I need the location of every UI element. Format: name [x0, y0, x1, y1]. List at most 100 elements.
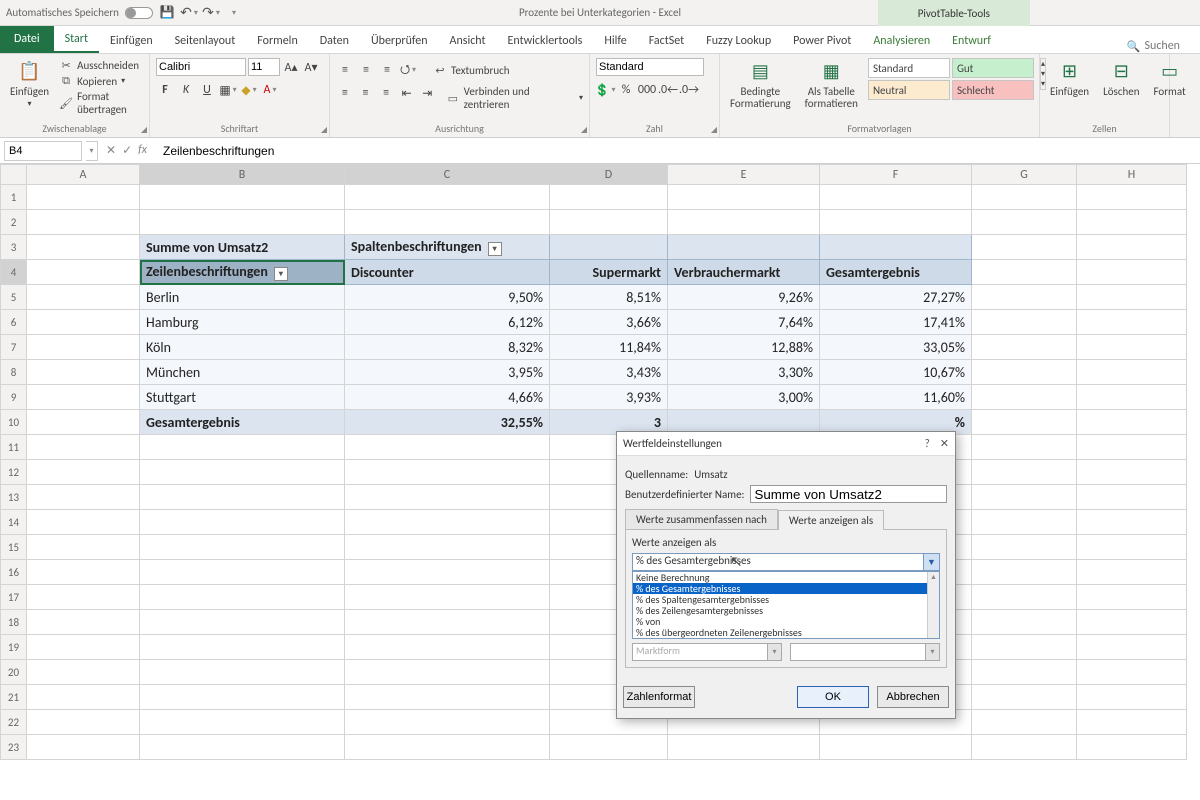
base-item-combo[interactable]: ▾: [790, 643, 940, 661]
align-left-icon[interactable]: ≡: [336, 84, 354, 102]
tab-entwickler[interactable]: Entwicklertools: [497, 29, 594, 53]
orientation-icon[interactable]: ⭯: [399, 61, 417, 79]
cells-insert-button[interactable]: ⊞Einfügen: [1046, 58, 1093, 100]
cell[interactable]: 7,64%: [668, 310, 820, 335]
col-G[interactable]: G: [972, 165, 1077, 185]
dlg-launcher-clipboard[interactable]: ◢: [141, 125, 147, 135]
row-name-4[interactable]: Stuttgart: [140, 385, 345, 410]
cancel-fx-icon[interactable]: ✕: [106, 143, 116, 158]
option-parentrow[interactable]: % des übergeordneten Zeilenergebnisses: [633, 627, 939, 638]
row-17[interactable]: 17: [1, 585, 27, 610]
row-21[interactable]: 21: [1, 685, 27, 710]
align-right-icon[interactable]: ≡: [377, 84, 395, 102]
border-button[interactable]: ▦: [219, 81, 237, 99]
cell[interactable]: 8,51%: [550, 285, 668, 310]
tab-einfuegen[interactable]: Einfügen: [99, 29, 164, 53]
format-as-table-button[interactable]: ▦Als Tabelle formatieren: [801, 58, 862, 112]
cell[interactable]: 6,12%: [345, 310, 550, 335]
cell[interactable]: 8,32%: [345, 335, 550, 360]
row-14[interactable]: 14: [1, 510, 27, 535]
pivot-col-label[interactable]: Spaltenbeschriftungen▾: [345, 235, 550, 260]
row-11[interactable]: 11: [1, 435, 27, 460]
row-9[interactable]: 9: [1, 385, 27, 410]
row-2[interactable]: 2: [1, 210, 27, 235]
col-D[interactable]: D: [550, 165, 668, 185]
row-13[interactable]: 13: [1, 485, 27, 510]
cell[interactable]: 3,93%: [550, 385, 668, 410]
row-16[interactable]: 16: [1, 560, 27, 585]
chevron-down-icon[interactable]: ▼: [923, 554, 939, 570]
tab-ueberpruefen[interactable]: Überprüfen: [360, 29, 439, 53]
col-F[interactable]: F: [820, 165, 972, 185]
option-rowtotal[interactable]: % des Zeilengesamtergebnisses: [633, 605, 939, 616]
pivot-total-label[interactable]: Gesamtergebnis: [140, 410, 345, 435]
bold-button[interactable]: F: [156, 81, 174, 99]
cell[interactable]: 33,05%: [820, 335, 972, 360]
pivot-row-label[interactable]: Zeilenbeschriftungen▾: [140, 260, 345, 285]
pivot-col-0[interactable]: Discounter: [345, 260, 550, 285]
chevron-down-icon[interactable]: ▾: [925, 644, 939, 660]
worksheet-grid[interactable]: A B C D E F G H 1 2 3 Summe von Umsatz2 …: [0, 164, 1200, 780]
row-4[interactable]: 4: [1, 260, 27, 285]
cell[interactable]: 9,50%: [345, 285, 550, 310]
cell[interactable]: 10,67%: [820, 360, 972, 385]
paste-button[interactable]: 📋 Einfügen ▾: [6, 58, 53, 111]
tab-daten[interactable]: Daten: [309, 29, 360, 53]
tab-formeln[interactable]: Formeln: [246, 29, 308, 53]
italic-button[interactable]: K: [177, 81, 195, 99]
pivot-col-3[interactable]: Gesamtergebnis: [820, 260, 972, 285]
row-18[interactable]: 18: [1, 610, 27, 635]
pivot-col-2[interactable]: Verbrauchermarkt: [668, 260, 820, 285]
show-as-value[interactable]: % des Gesamtergebnisses: [632, 553, 940, 571]
tab-fuzzy[interactable]: Fuzzy Lookup: [695, 29, 782, 53]
number-format-button[interactable]: Zahlenformat: [623, 686, 695, 708]
tab-hilfe[interactable]: Hilfe: [593, 29, 637, 53]
tab-factset[interactable]: FactSet: [638, 29, 695, 53]
cell[interactable]: 11,84%: [550, 335, 668, 360]
align-top-icon[interactable]: ≡: [336, 61, 354, 79]
undo-icon[interactable]: [181, 5, 197, 21]
increase-font-icon[interactable]: A▴: [282, 58, 300, 76]
fill-color-button[interactable]: ◆: [240, 81, 258, 99]
tab-show-as[interactable]: Werte anzeigen als: [778, 510, 884, 530]
align-center-icon[interactable]: ≡: [357, 84, 375, 102]
col-filter-icon[interactable]: ▾: [488, 242, 502, 256]
ok-button[interactable]: OK: [797, 686, 869, 708]
cell[interactable]: 3,30%: [668, 360, 820, 385]
chevron-down-icon[interactable]: ▾: [767, 644, 781, 660]
row-name-1[interactable]: Hamburg: [140, 310, 345, 335]
row-23[interactable]: 23: [1, 735, 27, 760]
percent-icon[interactable]: %: [617, 81, 635, 99]
row-22[interactable]: 22: [1, 710, 27, 735]
tab-analysieren[interactable]: Analysieren: [862, 29, 941, 53]
cancel-button[interactable]: Abbrechen: [877, 686, 949, 708]
font-color-button[interactable]: A: [261, 81, 279, 99]
col-E[interactable]: E: [668, 165, 820, 185]
format-painter-button[interactable]: 🖌Format übertragen: [59, 89, 143, 117]
listbox-scrollbar[interactable]: [927, 572, 939, 638]
tab-ansicht[interactable]: Ansicht: [439, 29, 497, 53]
col-A[interactable]: A: [27, 165, 140, 185]
row-name-3[interactable]: München: [140, 360, 345, 385]
cell[interactable]: 9,26%: [668, 285, 820, 310]
style-gut[interactable]: Gut: [952, 58, 1034, 78]
cell[interactable]: 27,27%: [820, 285, 972, 310]
tab-start[interactable]: Start: [54, 27, 99, 53]
cell[interactable]: 3,43%: [550, 360, 668, 385]
cell[interactable]: 3,66%: [550, 310, 668, 335]
dlg-launcher-number[interactable]: ◢: [711, 125, 717, 135]
show-as-combo[interactable]: % des Gesamtergebnisses ▼: [632, 553, 940, 571]
indent-dec-icon[interactable]: ⇤: [398, 84, 416, 102]
accept-fx-icon[interactable]: ✓: [122, 143, 132, 158]
close-icon[interactable]: ✕: [940, 437, 949, 450]
custom-name-field[interactable]: [750, 485, 947, 503]
row-8[interactable]: 8: [1, 360, 27, 385]
row-10[interactable]: 10: [1, 410, 27, 435]
row-12[interactable]: 12: [1, 460, 27, 485]
font-size-select[interactable]: [248, 58, 280, 76]
comma-icon[interactable]: 000: [638, 81, 656, 99]
cell[interactable]: 11,60%: [820, 385, 972, 410]
pivot-value-label[interactable]: Summe von Umsatz2: [140, 235, 345, 260]
indent-inc-icon[interactable]: ⇥: [419, 84, 437, 102]
merge-center-button[interactable]: ▭Verbinden und zentrieren▾: [446, 84, 583, 112]
